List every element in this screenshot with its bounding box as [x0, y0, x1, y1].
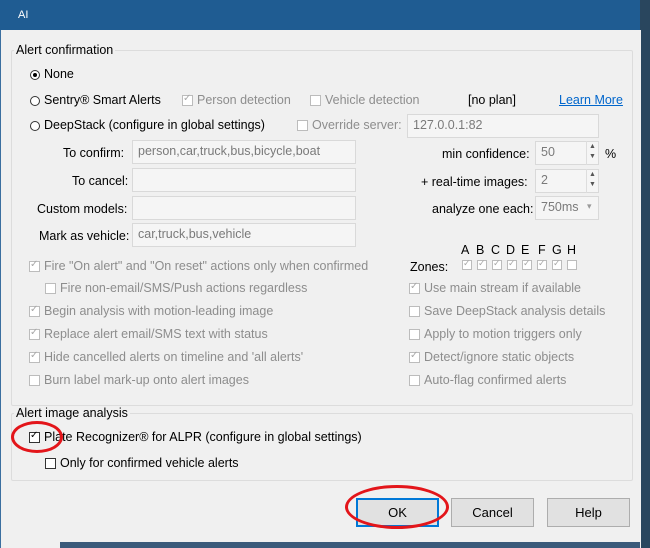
vehicle-detection-checkbox[interactable]: [310, 95, 321, 106]
deepstack-radio-label[interactable]: DeepStack (configure in global settings): [44, 118, 265, 132]
to-cancel-input[interactable]: [132, 168, 356, 192]
zone-f-checkbox[interactable]: ✓: [537, 258, 547, 270]
min-confidence-label: min confidence:: [442, 147, 530, 161]
zone-letter-g: G: [552, 243, 562, 257]
zone-e-checkbox[interactable]: ✓: [522, 258, 532, 270]
none-radio[interactable]: [30, 70, 40, 80]
static-objects-label: Detect/ignore static objects: [424, 350, 575, 364]
sentry-radio[interactable]: [30, 96, 40, 106]
begin-analysis-label: Begin analysis with motion-leading image: [44, 304, 274, 318]
window-title: AI: [18, 9, 29, 21]
auto-flag-checkbox[interactable]: [409, 375, 420, 386]
image-analysis-group: [11, 413, 633, 481]
save-details-label: Save DeepStack analysis details: [424, 304, 606, 318]
custom-models-label: Custom models:: [37, 202, 128, 216]
to-confirm-label: To confirm:: [63, 146, 125, 160]
only-vehicle-checkbox[interactable]: [45, 458, 56, 469]
server-input[interactable]: 127.0.0.1:82: [407, 114, 599, 138]
mark-vehicle-input[interactable]: car,truck,bus,vehicle: [132, 223, 356, 247]
min-confidence-unit: %: [605, 147, 617, 161]
override-server-checkbox[interactable]: [297, 120, 308, 131]
static-objects-checkbox[interactable]: ✓: [409, 350, 420, 363]
motion-triggers-label: Apply to motion triggers only: [424, 327, 582, 341]
chevron-down-icon: ▾: [587, 201, 592, 211]
fire-non-email-checkbox[interactable]: [45, 283, 56, 294]
zone-c-checkbox[interactable]: ✓: [492, 258, 502, 270]
mark-vehicle-label: Mark as vehicle:: [39, 229, 130, 243]
to-confirm-input[interactable]: person,car,truck,bus,bicycle,boat: [132, 140, 356, 164]
min-confidence-spinner[interactable]: ▲ ▼: [586, 141, 599, 165]
zone-d-checkbox[interactable]: ✓: [507, 258, 517, 270]
begin-analysis-checkbox[interactable]: ✓: [29, 304, 40, 317]
fire-actions-checkbox[interactable]: ✓: [29, 259, 40, 272]
zone-letter-a: A: [461, 243, 470, 257]
person-detection-label: Person detection: [197, 93, 291, 107]
person-detection-checkbox[interactable]: ✓: [182, 93, 193, 106]
ai-dialog: Alert confirmation None Sentry® Smart Al…: [0, 30, 641, 548]
zone-letter-e: E: [521, 243, 530, 257]
save-details-checkbox[interactable]: [409, 306, 420, 317]
background-desktop: [640, 0, 650, 548]
alert-confirmation-legend: Alert confirmation: [14, 43, 116, 57]
zone-b-checkbox[interactable]: ✓: [477, 258, 487, 270]
cancel-button[interactable]: Cancel: [451, 498, 534, 527]
zone-letter-h: H: [567, 243, 577, 257]
help-button[interactable]: Help: [547, 498, 630, 527]
burn-label-checkbox[interactable]: [29, 375, 40, 386]
title-bar: AI: [0, 0, 640, 30]
only-vehicle-label[interactable]: Only for confirmed vehicle alerts: [60, 456, 239, 470]
none-radio-label[interactable]: None: [44, 67, 74, 81]
zone-letter-d: D: [506, 243, 516, 257]
zones-label: Zones:: [410, 260, 449, 274]
fire-non-email-label: Fire non-email/SMS/Push actions regardle…: [60, 281, 308, 295]
override-server-label: Override server:: [312, 118, 402, 132]
zone-letter-b: B: [476, 243, 485, 257]
sentry-radio-label[interactable]: Sentry® Smart Alerts: [44, 93, 161, 107]
replace-text-label: Replace alert email/SMS text with status: [44, 327, 268, 341]
realtime-images-spinner[interactable]: ▲ ▼: [586, 169, 599, 193]
fire-actions-label: Fire "On alert" and "On reset" actions o…: [44, 259, 369, 273]
burn-label-label: Burn label mark-up onto alert images: [44, 373, 249, 387]
auto-flag-label: Auto-flag confirmed alerts: [424, 373, 567, 387]
zone-letter-f: F: [538, 243, 546, 257]
zone-letter-c: C: [491, 243, 501, 257]
hide-cancelled-checkbox[interactable]: ✓: [29, 350, 40, 363]
motion-triggers-checkbox[interactable]: [409, 329, 420, 340]
custom-models-input[interactable]: [132, 196, 356, 220]
image-analysis-legend: Alert image analysis: [14, 406, 130, 420]
main-stream-checkbox[interactable]: ✓: [409, 281, 420, 294]
main-stream-label: Use main stream if available: [424, 281, 582, 295]
zone-a-checkbox[interactable]: ✓: [462, 258, 472, 270]
annotation-circle-ok: [345, 485, 449, 529]
learn-more-link[interactable]: Learn More: [559, 93, 623, 107]
to-cancel-label: To cancel:: [72, 174, 129, 188]
taskbar-edge: [60, 542, 640, 548]
replace-text-checkbox[interactable]: ✓: [29, 327, 40, 340]
realtime-images-label: + real-time images:: [421, 175, 528, 189]
annotation-circle-checkbox: [11, 421, 63, 453]
plate-recognizer-label[interactable]: Plate Recognizer® for ALPR (configure in…: [44, 430, 362, 444]
hide-cancelled-label: Hide cancelled alerts on timeline and 'a…: [44, 350, 304, 364]
zone-h-checkbox[interactable]: [567, 260, 577, 270]
plan-status: [no plan]: [468, 93, 516, 107]
deepstack-radio[interactable]: [30, 121, 40, 131]
vehicle-detection-label: Vehicle detection: [325, 93, 420, 107]
analyze-label: analyze one each:: [432, 202, 534, 216]
zone-g-checkbox[interactable]: ✓: [552, 258, 562, 270]
